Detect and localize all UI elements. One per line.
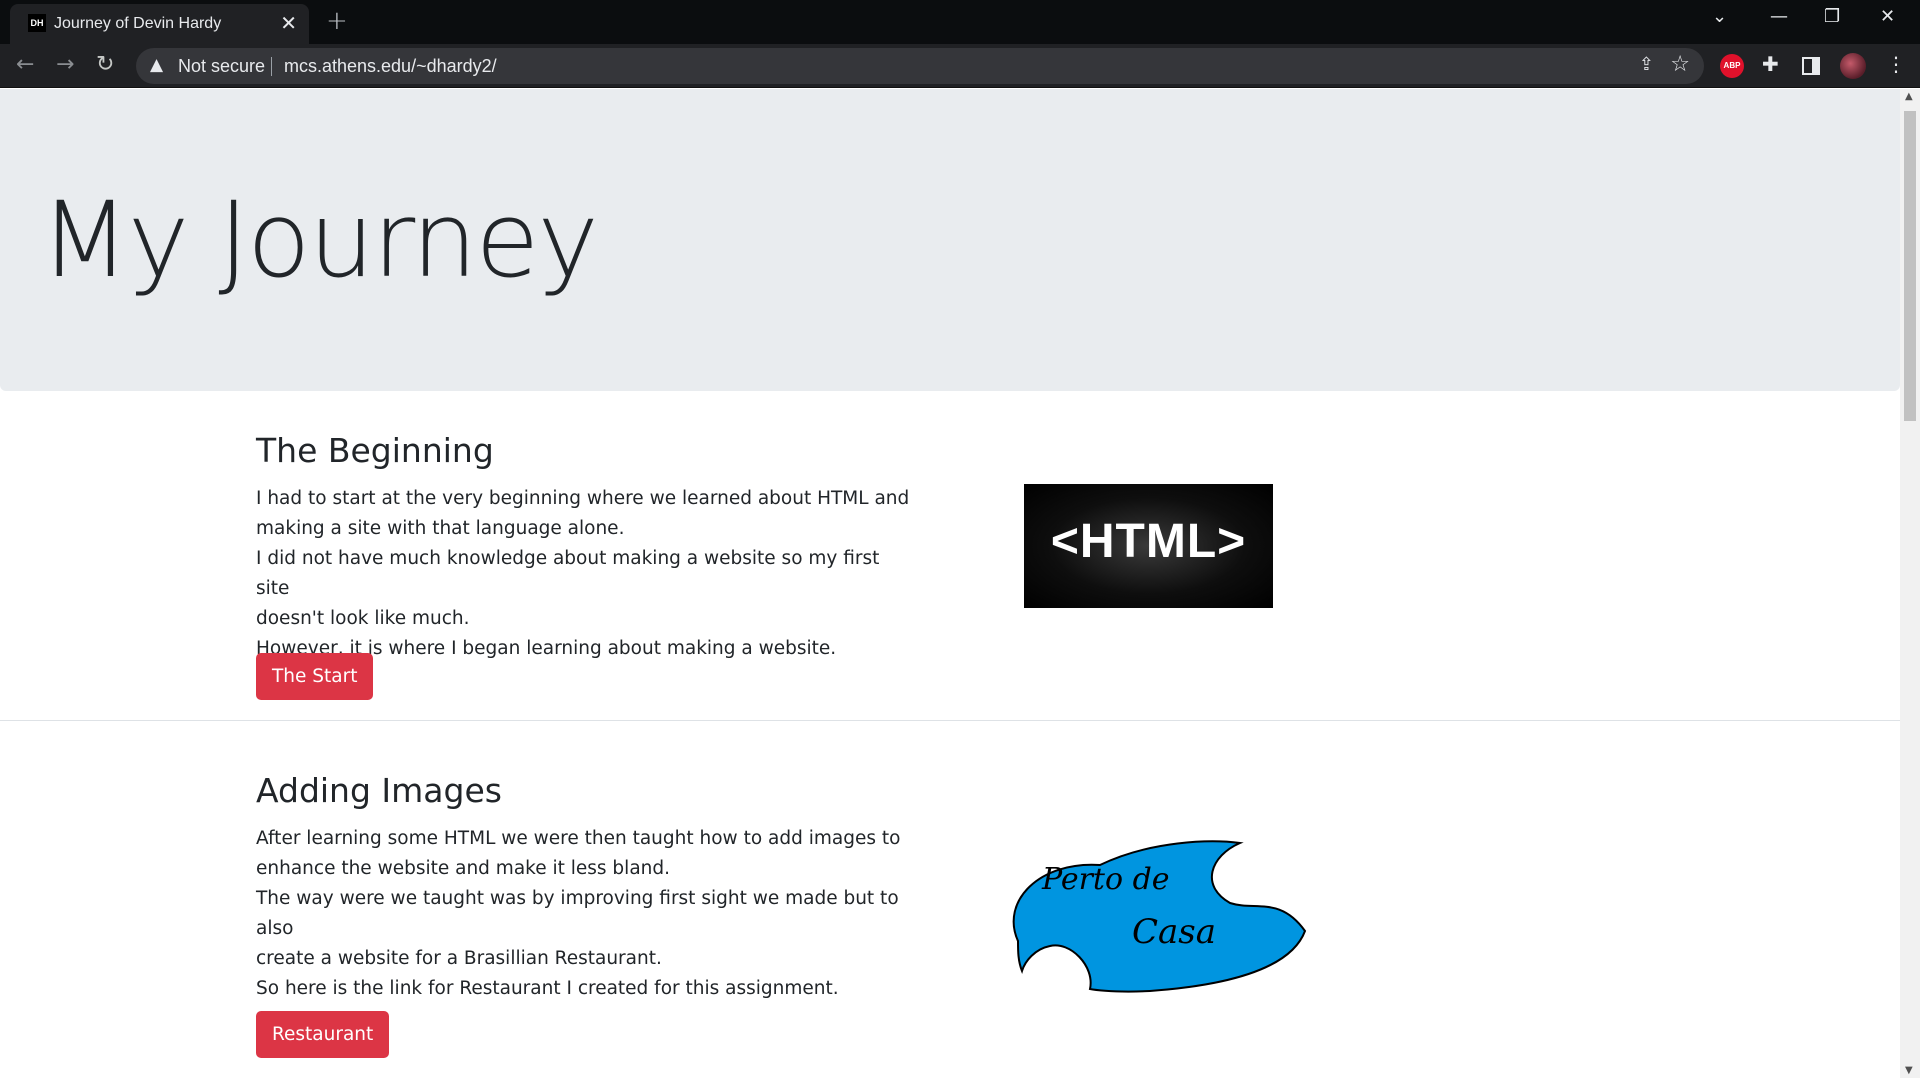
restore-icon[interactable]: ❐ [1824, 6, 1840, 27]
adblock-extension-icon[interactable]: ABP [1720, 54, 1744, 78]
text-line: After learning some HTML we were then ta… [256, 828, 901, 849]
text-line: making a site with that language alone. [256, 518, 625, 539]
url-text[interactable]: mcs.athens.edu/~dhardy2/ [284, 56, 497, 77]
text-line: So here is the link for Restaurant I cre… [256, 978, 839, 999]
share-icon[interactable]: ⇪ [1639, 54, 1654, 75]
tab-title: Journey of Devin Hardy [54, 15, 222, 32]
forward-icon[interactable]: → [56, 53, 74, 77]
text-line: The way were we taught was by improving … [256, 888, 899, 939]
text-line: enhance the website and make it less bla… [256, 858, 671, 879]
tab-search-chevron-icon[interactable]: ⌄ [1712, 6, 1727, 27]
address-bar[interactable]: ▲ Not secure mcs.athens.edu/~dhardy2/ ⇪ … [136, 48, 1704, 84]
close-tab-icon[interactable]: ✕ [280, 12, 297, 34]
scrollbar-thumb[interactable] [1904, 111, 1916, 421]
html-logo-text: <HTML> [1050, 515, 1247, 568]
jumbotron-header: My Journey [0, 89, 1900, 391]
logo-text-line1: Perto de [1041, 862, 1170, 897]
logo-text-line2: Casa [1132, 912, 1216, 952]
browser-menu-icon[interactable]: ⋮ [1886, 52, 1906, 76]
text-line: create a website for a Brasillian Restau… [256, 948, 662, 969]
warning-icon[interactable]: ▲ [150, 55, 163, 75]
back-icon[interactable]: ← [16, 53, 34, 77]
security-label[interactable]: Not secure [178, 56, 265, 77]
page-title: My Journey [40, 179, 599, 301]
scroll-down-icon[interactable]: ▼ [1905, 1065, 1913, 1076]
side-panel-icon[interactable] [1802, 57, 1820, 75]
section-divider [0, 720, 1900, 721]
restaurant-button[interactable]: Restaurant [256, 1011, 390, 1058]
browser-tab[interactable]: DH Journey of Devin Hardy ✕ [10, 4, 309, 44]
minimize-icon[interactable]: — [1770, 6, 1788, 27]
text-line: doesn't look like much. [256, 608, 470, 629]
scroll-up-icon[interactable]: ▲ [1905, 91, 1913, 102]
text-line: I did not have much knowledge about maki… [256, 548, 880, 599]
section-text: After learning some HTML we were then ta… [256, 824, 916, 1004]
page-viewport: My Journey The Beginning I had to start … [0, 89, 1900, 1078]
profile-avatar[interactable] [1840, 53, 1866, 79]
text-line: I had to start at the very beginning whe… [256, 488, 910, 509]
html-logo-image: <HTML> [1024, 484, 1273, 608]
section-title: The Beginning [256, 431, 494, 470]
tab-strip: DH Journey of Devin Hardy ✕ + ⌄ — ❐ ✕ [0, 0, 1920, 44]
the-start-button[interactable]: The Start [256, 653, 374, 700]
address-separator [271, 57, 272, 76]
site-favicon: DH [28, 14, 46, 32]
section-text: I had to start at the very beginning whe… [256, 484, 916, 664]
new-tab-icon[interactable]: + [326, 6, 348, 36]
page-scrollbar[interactable]: ▲ ▼ [1900, 89, 1920, 1078]
window-close-icon[interactable]: ✕ [1880, 6, 1895, 27]
browser-toolbar: ← → ↻ ▲ Not secure mcs.athens.edu/~dhard… [0, 44, 1920, 88]
perto-de-casa-logo-image: Perto de Casa [1012, 840, 1307, 993]
bookmark-star-icon[interactable]: ☆ [1670, 52, 1690, 77]
reload-icon[interactable]: ↻ [96, 53, 114, 77]
extensions-puzzle-icon[interactable]: ✚ [1762, 52, 1779, 76]
section-title: Adding Images [256, 771, 502, 810]
